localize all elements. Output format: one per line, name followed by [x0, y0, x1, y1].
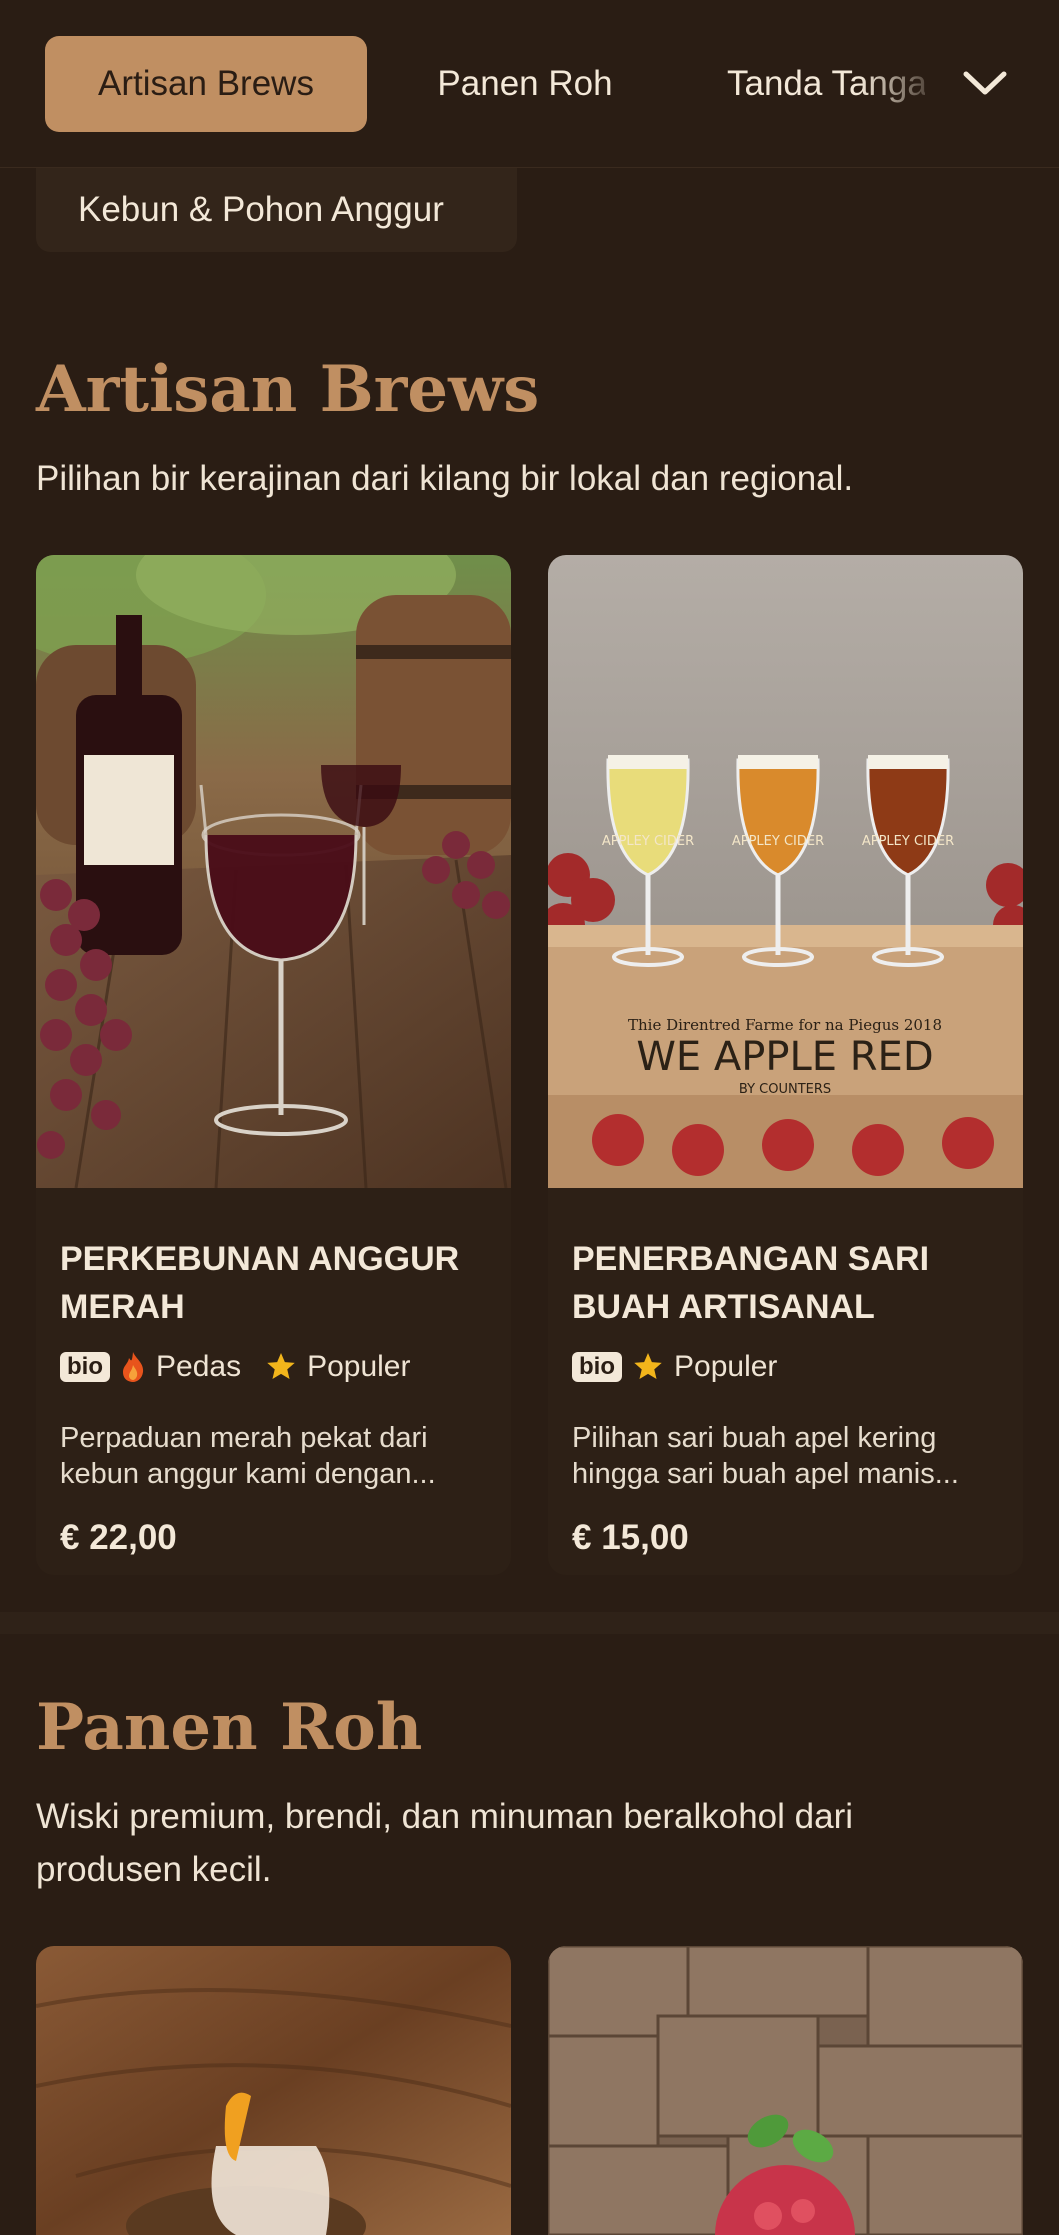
product-card[interactable]: PERKEBUNAN ANGGUR MERAH bio Pedas Popule… [36, 555, 511, 1575]
glass-label: APPLEY CIDER [602, 834, 694, 849]
section-title-panen-roh: Panen Roh [36, 1690, 423, 1765]
section-description: Wiski premium, brendi, dan minuman beral… [36, 1797, 854, 1889]
section-divider [0, 1612, 1059, 1634]
product-tags: bio Pedas Populer [60, 1350, 424, 1384]
crate-top-text: Thie Direntred Farme for na Piegus 2018 [628, 1016, 942, 1034]
chevron-down-icon [963, 71, 1007, 95]
product-image-cider-flight: APPLEY CIDER APPLEY CIDER APPLEY CIDER T… [548, 555, 1023, 1188]
product-image-red-wine [36, 555, 511, 1188]
star-icon [634, 1353, 662, 1379]
tag-label: Populer [674, 1350, 778, 1383]
product-description: Perpaduan merah pekat dari kebun anggur … [60, 1422, 436, 1490]
expand-categories-button[interactable] [950, 50, 1020, 116]
tag-popular: Populer [265, 1350, 410, 1384]
star-icon [267, 1353, 295, 1379]
category-nav: Artisan Brews Panen Roh Tanda Tangan [0, 0, 1059, 168]
product-image-berry-drink [548, 1946, 1023, 2235]
glass-label: APPLEY CIDER [862, 834, 954, 849]
bio-badge: bio [60, 1352, 110, 1382]
product-title: PENERBANGAN SARI BUAH ARTISANAL [572, 1240, 930, 1326]
tab-artisan-brews[interactable]: Artisan Brews [45, 36, 367, 132]
tab-kebun-pohon-anggur[interactable]: Kebun & Pohon Anggur [36, 168, 517, 252]
product-price: € 22,00 [60, 1518, 177, 1557]
tag-label: Populer [307, 1350, 411, 1383]
product-card[interactable]: APPLEY CIDER APPLEY CIDER APPLEY CIDER T… [548, 555, 1023, 1575]
product-image-spirit-cocktail [36, 1946, 511, 2235]
tag-popular: Populer [632, 1350, 777, 1384]
fire-icon [123, 1352, 144, 1382]
tag-spicy: Pedas [120, 1350, 241, 1384]
section-description: Pilihan bir kerajinan dari kilang bir lo… [36, 459, 854, 498]
glass-label: APPLEY CIDER [732, 834, 824, 849]
product-card[interactable] [36, 1946, 511, 2235]
tab-panen-roh[interactable]: Panen Roh [395, 36, 655, 132]
product-title: PERKEBUNAN ANGGUR MERAH [60, 1240, 460, 1326]
product-tags: bio Populer [572, 1350, 791, 1384]
product-description: Pilihan sari buah apel kering hingga sar… [572, 1422, 959, 1490]
crate-sub-text: BY COUNTERS [739, 1082, 831, 1097]
bio-badge: bio [572, 1352, 622, 1382]
section-title-artisan-brews: Artisan Brews [36, 352, 540, 427]
product-card[interactable] [548, 1946, 1023, 2235]
tag-label: Pedas [156, 1350, 242, 1383]
product-price: € 15,00 [572, 1518, 689, 1557]
crate-main-text: WE APPLE RED [636, 1034, 933, 1080]
